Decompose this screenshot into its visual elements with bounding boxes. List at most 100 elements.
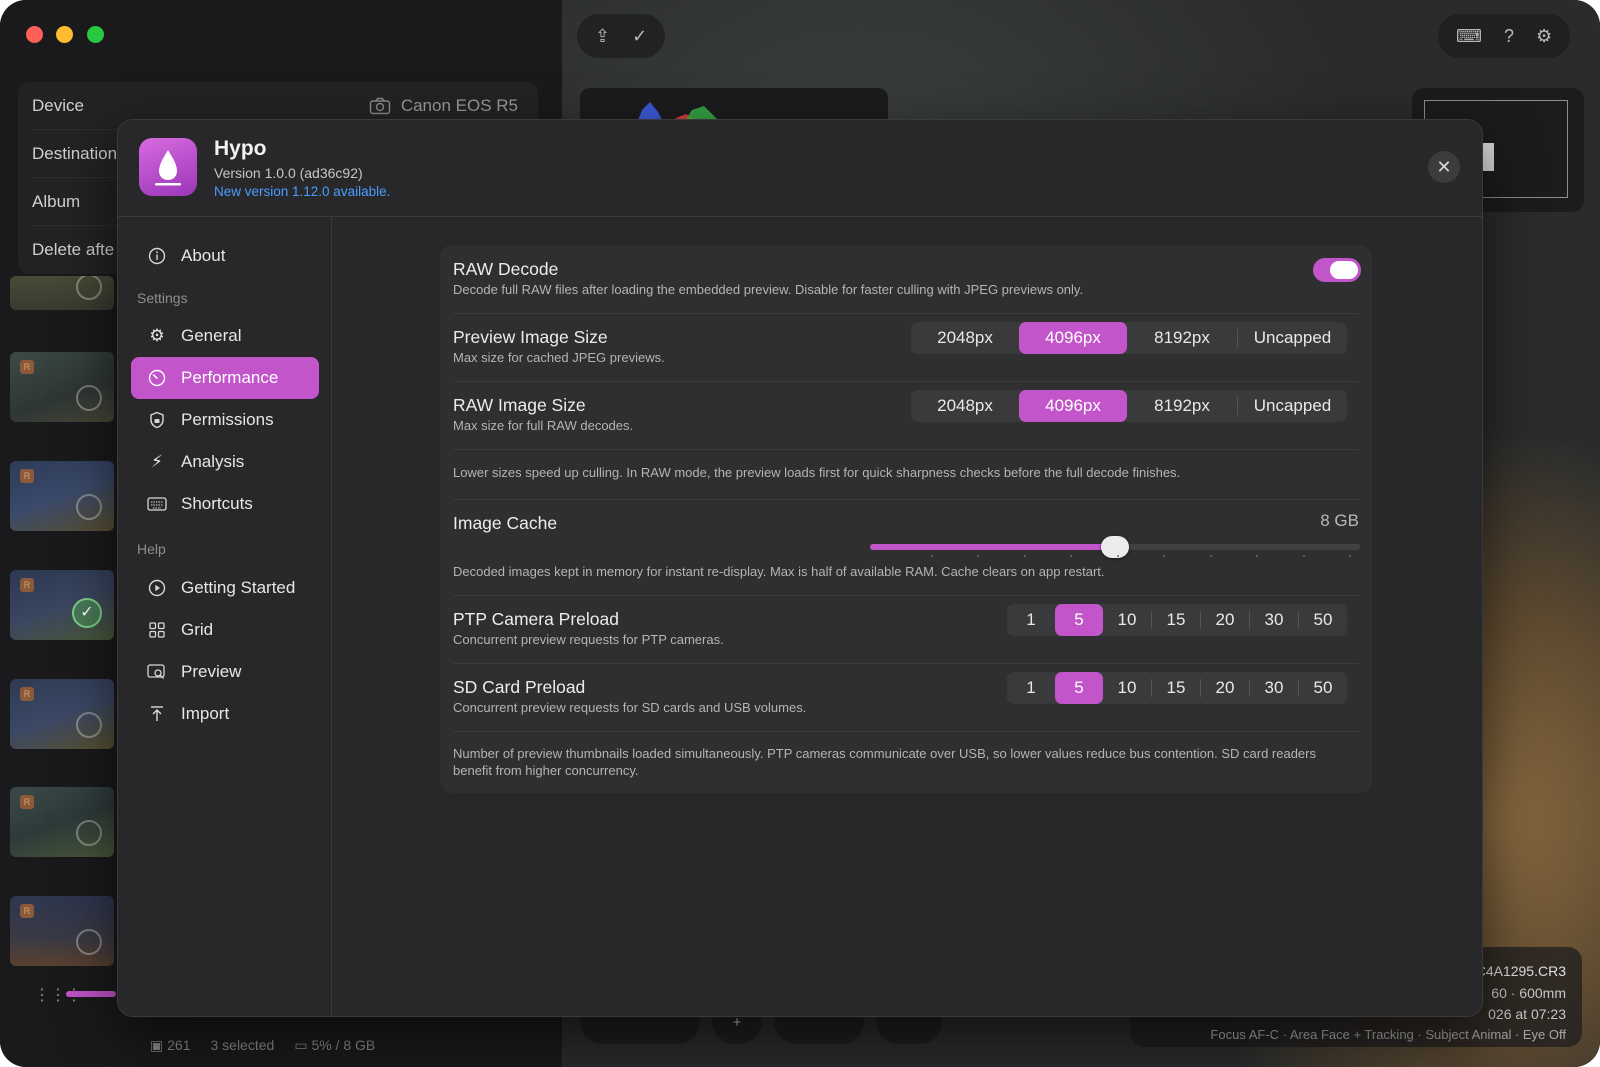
raw-size-option[interactable]: 2048px	[911, 390, 1019, 422]
sidebar-item-label: About	[181, 246, 226, 265]
sd-preload-option[interactable]: 30	[1250, 672, 1298, 704]
ptp-preload-selector[interactable]: 1 5 10 15 20 30 50	[1007, 604, 1347, 636]
sd-preload-option[interactable]: 15	[1152, 672, 1200, 704]
ptp-preload-option[interactable]: 10	[1103, 604, 1151, 636]
select-circle[interactable]	[76, 494, 102, 520]
sd-preload-option[interactable]: 20	[1201, 672, 1249, 704]
ptp-preload-option[interactable]: 30	[1250, 604, 1298, 636]
import-row-label: Device	[32, 95, 84, 115]
settings-section-header: Settings	[137, 290, 188, 306]
sd-preload-option[interactable]: 50	[1299, 672, 1347, 704]
sidebar-item-shortcuts[interactable]: Shortcuts	[131, 483, 319, 525]
image-cache-slider[interactable]	[870, 536, 1360, 558]
preview-size-option[interactable]: 8192px	[1127, 322, 1237, 354]
ptp-preload-option[interactable]: 50	[1299, 604, 1347, 636]
raw-size-description: Max size for full RAW decodes.	[453, 418, 634, 433]
select-circle[interactable]	[76, 820, 102, 846]
divider	[453, 313, 1359, 314]
slider-tick	[1116, 555, 1119, 557]
image-cache-title: Image Cache	[453, 513, 558, 533]
settings-gear-icon[interactable]: ⚙	[1536, 26, 1552, 47]
share-icon[interactable]: ⇪	[595, 26, 610, 47]
select-circle[interactable]	[76, 385, 102, 411]
sd-preload-option-selected[interactable]: 5	[1055, 672, 1103, 704]
divider	[453, 499, 1359, 500]
sd-preload-title: SD Card Preload	[453, 677, 586, 697]
divider	[453, 663, 1359, 664]
sidebar-item-permissions[interactable]: Permissions	[131, 399, 319, 441]
import-row-label: Delete afte	[32, 240, 115, 259]
close-icon[interactable]: ✕	[1428, 151, 1460, 183]
select-circle[interactable]	[76, 929, 102, 955]
preview-icon	[147, 662, 167, 682]
dialog-header: Hypo Version 1.0.0 (ad36c92) New version…	[118, 120, 1482, 217]
preview-size-option[interactable]: 2048px	[911, 322, 1019, 354]
raw-size-title: RAW Image Size	[453, 395, 586, 415]
slider-tick	[1349, 555, 1351, 557]
select-circle[interactable]	[76, 276, 102, 300]
slider-tick	[1302, 555, 1305, 557]
photo-thumbnail[interactable]: R	[10, 787, 114, 857]
ptp-preload-option[interactable]: 15	[1152, 604, 1200, 636]
sidebar-item-grid[interactable]: Grid	[131, 609, 319, 651]
sidebar-item-performance[interactable]: Performance	[131, 357, 319, 399]
raw-decode-toggle[interactable]	[1313, 258, 1361, 282]
raw-badge: R	[20, 904, 34, 918]
sidebar-item-general[interactable]: ⚙ General	[131, 315, 319, 357]
keyboard-icon	[147, 494, 167, 514]
sd-preload-option[interactable]: 1	[1007, 672, 1055, 704]
sidebar-item-label: Preview	[181, 662, 242, 681]
update-link[interactable]: New version 1.12.0 available.	[214, 184, 390, 199]
ptp-preload-option[interactable]: 1	[1007, 604, 1055, 636]
sidebar-item-label: Permissions	[181, 410, 274, 429]
grid-size-slider[interactable]	[66, 991, 116, 997]
raw-size-option[interactable]: 8192px	[1127, 390, 1237, 422]
photo-thumbnail[interactable]: R	[10, 679, 114, 749]
sidebar-item-label: Shortcuts	[181, 494, 253, 513]
sidebar-item-getting-started[interactable]: Getting Started	[131, 567, 319, 609]
checkmark-icon[interactable]: ✓	[632, 26, 647, 47]
sidebar-item-label: Import	[181, 704, 230, 723]
import-row-label: Album	[32, 191, 81, 211]
photo-icon: ▣	[150, 1037, 168, 1053]
photo-thumbnail[interactable]: R	[10, 352, 114, 422]
photo-thumbnail[interactable]	[10, 276, 114, 310]
viewer-tools: ⌨ ? ⚙	[1438, 14, 1571, 58]
photo-thumbnail[interactable]: R	[10, 896, 114, 966]
sd-preload-option[interactable]: 10	[1103, 672, 1151, 704]
photo-date: 026 at 07:23	[1488, 1006, 1566, 1022]
preview-size-option-selected[interactable]: 4096px	[1019, 322, 1127, 354]
storage-value: 5% / 8 GB	[311, 1037, 376, 1053]
select-circle[interactable]	[76, 712, 102, 738]
preview-size-selector[interactable]: 2048px 4096px 8192px Uncapped	[911, 322, 1347, 354]
window-close-button[interactable]	[26, 26, 43, 43]
photo-thumbnail[interactable]: R ✓	[10, 570, 114, 640]
sidebar-item-import[interactable]: Import	[131, 693, 319, 735]
slider-tick	[1256, 555, 1258, 557]
ptp-preload-option-selected[interactable]: 5	[1055, 604, 1103, 636]
selected-check-icon[interactable]: ✓	[72, 598, 102, 628]
slider-knob[interactable]	[1101, 536, 1129, 558]
window-minimize-button[interactable]	[56, 26, 73, 43]
sd-preload-selector[interactable]: 1 5 10 15 20 30 50	[1007, 672, 1347, 704]
raw-size-option-selected[interactable]: 4096px	[1019, 390, 1127, 422]
sidebar-item-preview[interactable]: Preview	[131, 651, 319, 693]
raw-size-option[interactable]: Uncapped	[1238, 390, 1347, 422]
sidebar-item-about[interactable]: About	[131, 235, 319, 277]
keyboard-icon[interactable]: ⌨	[1456, 26, 1482, 47]
preview-size-option[interactable]: Uncapped	[1238, 322, 1347, 354]
sparkles-icon: ⚡	[151, 452, 163, 471]
window-zoom-button[interactable]	[87, 26, 104, 43]
settings-dialog: Hypo Version 1.0.0 (ad36c92) New version…	[117, 119, 1483, 1017]
help-icon[interactable]: ?	[1504, 26, 1514, 47]
raw-decode-title: RAW Decode	[453, 259, 559, 279]
raw-size-selector[interactable]: 2048px 4096px 8192px Uncapped	[911, 390, 1347, 422]
sidebar-item-analysis[interactable]: ⚡ Analysis	[131, 441, 319, 483]
slider-tick	[977, 555, 979, 557]
photo-thumbnail[interactable]: R	[10, 461, 114, 531]
sidebar-item-label: Getting Started	[181, 578, 296, 597]
preview-size-description: Max size for cached JPEG previews.	[453, 350, 665, 365]
ptp-preload-option[interactable]: 20	[1201, 604, 1249, 636]
camera-icon	[369, 97, 391, 114]
slider-tick	[930, 555, 933, 557]
